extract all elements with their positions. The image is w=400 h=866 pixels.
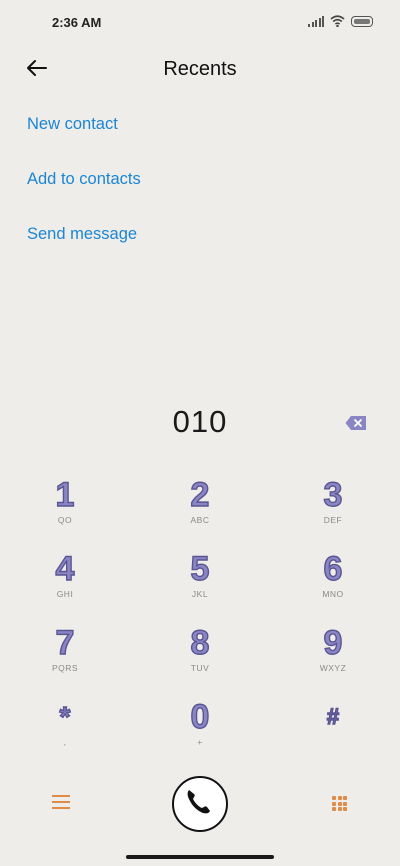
key-letters: + — [197, 737, 203, 747]
key-0[interactable]: 0 + — [150, 697, 250, 762]
key-letters: MNO — [322, 589, 344, 599]
key-hash[interactable]: # — [283, 698, 383, 762]
key-7[interactable]: 7 PQRS — [15, 623, 115, 688]
battery-icon — [351, 15, 373, 27]
key-digit: 0 — [190, 697, 210, 736]
menu-icon[interactable] — [52, 795, 70, 809]
key-8[interactable]: 8 TUV — [150, 623, 250, 688]
send-message-link[interactable]: Send message — [27, 225, 137, 244]
key-letters: PQRS — [51, 663, 79, 673]
key-digit: 1 — [55, 475, 75, 514]
key-letters: , — [63, 737, 67, 747]
header: Recents — [0, 48, 400, 90]
key-4[interactable]: 4 GHI — [15, 549, 115, 614]
key-digit: 8 — [190, 623, 210, 662]
key-9[interactable]: 9 WXYZ — [283, 623, 383, 688]
dialpad-icon[interactable] — [332, 796, 347, 811]
key-digit: 7 — [55, 623, 75, 662]
wifi-icon — [330, 15, 345, 27]
home-indicator[interactable] — [126, 855, 274, 859]
key-star[interactable]: * , — [15, 698, 115, 762]
signal-icon — [308, 15, 324, 27]
key-5[interactable]: 5 JKL — [150, 549, 250, 614]
key-1[interactable]: 1 QO — [15, 475, 115, 540]
key-digit: 2 — [190, 475, 210, 514]
backspace-icon[interactable] — [345, 415, 367, 431]
add-to-contacts-link[interactable]: Add to contacts — [27, 170, 141, 189]
key-6[interactable]: 6 MNO — [283, 549, 383, 614]
phone-icon — [187, 789, 210, 813]
key-letters: ABC — [190, 515, 210, 525]
bottom-bar — [0, 776, 400, 836]
voicemail-icon: QO — [57, 515, 73, 525]
key-digit: * — [59, 700, 71, 732]
key-letters: GHI — [56, 589, 74, 599]
new-contact-link[interactable]: New contact — [27, 115, 118, 134]
status-icons — [308, 15, 373, 27]
status-bar: 2:36 AM — [0, 0, 400, 44]
key-digit: 5 — [190, 549, 210, 588]
key-2[interactable]: 2 ABC — [150, 475, 250, 540]
key-letters: JKL — [191, 589, 209, 599]
key-letters: TUV — [190, 663, 210, 673]
status-time: 2:36 AM — [52, 15, 102, 30]
dialed-number: 010 — [172, 404, 228, 439]
call-button[interactable] — [172, 776, 228, 832]
key-letters: WXYZ — [319, 663, 347, 673]
key-digit: # — [326, 703, 340, 729]
key-digit: 4 — [55, 549, 75, 588]
key-digit: 6 — [323, 549, 343, 588]
key-3[interactable]: 3 DEF — [283, 475, 383, 540]
key-letters: DEF — [323, 515, 343, 525]
page-title: Recents — [163, 58, 237, 80]
key-digit: 9 — [323, 623, 343, 662]
key-digit: 3 — [323, 475, 343, 514]
